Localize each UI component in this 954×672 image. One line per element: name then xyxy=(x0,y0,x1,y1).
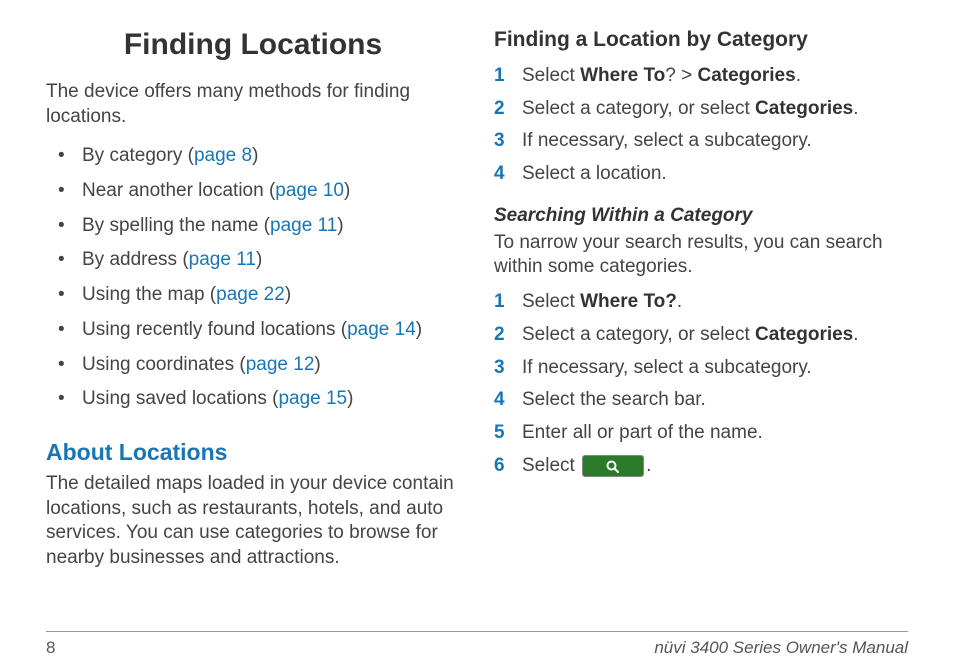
by-category-steps: Select Where To? > Categories. Select a … xyxy=(494,60,908,191)
step-item: Select . xyxy=(494,450,908,483)
page-link[interactable]: page 12 xyxy=(246,354,315,375)
left-column: Finding Locations The device offers many… xyxy=(46,28,460,603)
list-item: By spelling the name (page 11) xyxy=(54,209,460,244)
list-item: By address (page 11) xyxy=(54,243,460,278)
search-within-steps: Select Where To?. Select a category, or … xyxy=(494,286,908,482)
page-link[interactable]: page 15 xyxy=(278,388,347,409)
manual-title: nüvi 3400 Series Owner's Manual xyxy=(654,638,908,658)
about-locations-heading: About Locations xyxy=(46,439,460,466)
step-item: If necessary, select a subcategory. xyxy=(494,352,908,385)
page-link[interactable]: page 22 xyxy=(216,284,285,305)
search-button-graphic xyxy=(582,455,644,477)
step-item: If necessary, select a subcategory. xyxy=(494,125,908,158)
page-link[interactable]: page 11 xyxy=(189,249,256,270)
chapter-title: Finding Locations xyxy=(46,28,460,62)
searching-within-category-heading: Searching Within a Category xyxy=(494,205,908,227)
page-link[interactable]: page 14 xyxy=(347,319,416,340)
list-item: Using coordinates (page 12) xyxy=(54,348,460,383)
step-item: Select the search bar. xyxy=(494,384,908,417)
step-item: Select a category, or select Categories. xyxy=(494,319,908,352)
step-item: Select Where To?. xyxy=(494,286,908,319)
list-item: Using recently found locations (page 14) xyxy=(54,313,460,348)
about-locations-body: The detailed maps loaded in your device … xyxy=(46,472,460,571)
step-item: Enter all or part of the name. xyxy=(494,417,908,450)
list-item: Using saved locations (page 15) xyxy=(54,382,460,417)
list-item: By category (page 8) xyxy=(54,139,460,174)
step-item: Select a location. xyxy=(494,158,908,191)
manual-page: Finding Locations The device offers many… xyxy=(0,0,954,672)
step-item: Select a category, or select Categories. xyxy=(494,93,908,126)
methods-list: By category (page 8) Near another locati… xyxy=(46,139,460,417)
page-link[interactable]: page 11 xyxy=(270,215,337,236)
magnifier-icon xyxy=(605,459,621,475)
page-link[interactable]: page 8 xyxy=(194,145,252,166)
finding-by-category-heading: Finding a Location by Category xyxy=(494,28,908,52)
page-number: 8 xyxy=(46,638,55,658)
intro-paragraph: The device offers many methods for findi… xyxy=(46,80,460,129)
list-item: Near another location (page 10) xyxy=(54,174,460,209)
right-column: Finding a Location by Category Select Wh… xyxy=(494,28,908,603)
two-column-layout: Finding Locations The device offers many… xyxy=(46,28,908,603)
step-item: Select Where To? > Categories. xyxy=(494,60,908,93)
page-footer: 8 nüvi 3400 Series Owner's Manual xyxy=(46,631,908,658)
searching-within-category-intro: To narrow your search results, you can s… xyxy=(494,231,908,280)
list-item: Using the map (page 22) xyxy=(54,278,460,313)
page-link[interactable]: page 10 xyxy=(275,180,344,201)
